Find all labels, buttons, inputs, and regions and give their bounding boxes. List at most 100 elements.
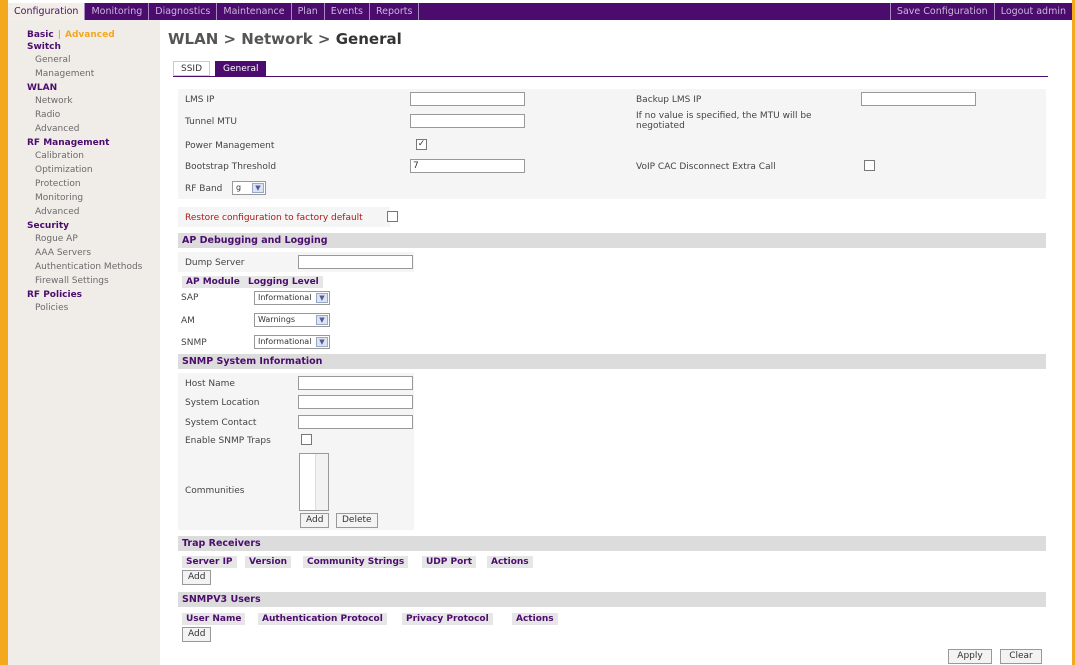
- sidebar-item-authentication-methods[interactable]: Authentication Methods: [27, 262, 160, 273]
- communities-delete-button[interactable]: Delete: [336, 513, 378, 528]
- mtu-note: If no value is specified, the MTU will b…: [636, 111, 812, 131]
- chevron-down-icon: ▼: [316, 315, 328, 325]
- snmpv3-add-button[interactable]: Add: [182, 627, 212, 642]
- enable-snmp-traps-label: Enable SNMP Traps: [185, 436, 271, 446]
- breadcrumb-path: WLAN > Network >: [168, 30, 336, 48]
- sidebar-item-rogue-ap[interactable]: Rogue AP: [27, 234, 160, 245]
- rf-band-label: RF Band: [185, 184, 223, 194]
- snmpv3-col-actions: Actions: [512, 613, 558, 625]
- host-name-input[interactable]: [298, 376, 413, 390]
- enable-snmp-traps-checkbox[interactable]: [301, 434, 312, 445]
- page-title: WLAN > Network > General: [168, 30, 402, 48]
- tab-configuration[interactable]: Configuration: [8, 3, 86, 20]
- voip-cac-label: VoIP CAC Disconnect Extra Call: [636, 162, 776, 172]
- communities-label: Communities: [185, 486, 245, 496]
- system-contact-label: System Contact: [185, 418, 257, 428]
- trap-col-community-strings: Community Strings: [303, 556, 409, 568]
- mode-advanced-link[interactable]: Advanced: [65, 30, 115, 40]
- ap-module-header: AP Module: [182, 276, 244, 288]
- sidebar-item-wlan-advanced[interactable]: Advanced: [27, 124, 160, 135]
- snmpv3-col-privacy-protocol: Privacy Protocol: [402, 613, 493, 625]
- sidebar-item-policies[interactable]: Policies: [27, 303, 160, 314]
- breadcrumb-current: General: [335, 30, 402, 48]
- system-contact-input[interactable]: [298, 415, 413, 429]
- communities-list[interactable]: [299, 453, 329, 511]
- rf-band-row: [178, 179, 1046, 199]
- sidebar-item-radio[interactable]: Radio: [27, 110, 160, 121]
- sidebar-group-rf-policies: RF Policies: [27, 290, 83, 300]
- tab-diagnostics[interactable]: Diagnostics: [149, 3, 218, 20]
- rf-band-value: g: [236, 183, 242, 192]
- lms-ip-label: LMS IP: [185, 95, 215, 105]
- am-logging-value: Warnings: [258, 315, 296, 324]
- tab-plan[interactable]: Plan: [292, 3, 325, 20]
- trap-col-udp-port: UDP Port: [422, 556, 477, 568]
- sidebar-group-switch: Switch: [27, 42, 61, 52]
- subtabs: SSID General: [173, 61, 271, 76]
- lms-ip-input[interactable]: [410, 92, 525, 106]
- restore-factory-checkbox[interactable]: [387, 211, 398, 222]
- logging-level-header: Logging Level: [244, 276, 323, 288]
- bootstrap-threshold-input[interactable]: 7: [410, 159, 525, 173]
- sidebar-item-calibration[interactable]: Calibration: [27, 151, 160, 162]
- system-location-input[interactable]: [298, 395, 413, 409]
- chevron-down-icon: ▼: [316, 337, 328, 347]
- tunnel-mtu-label: Tunnel MTU: [185, 117, 237, 127]
- tab-general[interactable]: General: [215, 61, 267, 76]
- tab-monitoring[interactable]: Monitoring: [85, 3, 150, 20]
- host-name-label: Host Name: [185, 379, 235, 389]
- sap-logging-select[interactable]: Informational ▼: [254, 291, 330, 305]
- module-snmp-label: SNMP: [181, 338, 207, 348]
- sidebar: Basic | Advanced Switch General Management…: [8, 20, 160, 665]
- snmp-logging-select[interactable]: Informational ▼: [254, 335, 330, 349]
- sidebar-item-firewall-settings[interactable]: Firewall Settings: [27, 276, 160, 287]
- chevron-down-icon: ▼: [252, 183, 264, 193]
- am-logging-select[interactable]: Warnings ▼: [254, 313, 330, 327]
- apply-button[interactable]: Apply: [948, 649, 992, 664]
- ap-debugging-section-header: AP Debugging and Logging: [178, 233, 1046, 248]
- snmp-logging-value: Informational: [258, 337, 312, 346]
- rf-band-select[interactable]: g ▼: [232, 181, 266, 195]
- sidebar-item-protection[interactable]: Protection: [27, 179, 160, 190]
- backup-lms-ip-input[interactable]: [861, 92, 976, 106]
- top-navigation: Configuration Monitoring Diagnostics Mai…: [8, 3, 1072, 20]
- mode-switch: Basic | Advanced: [27, 30, 160, 40]
- sidebar-item-optimization[interactable]: Optimization: [27, 165, 160, 176]
- tab-ssid[interactable]: SSID: [173, 61, 211, 76]
- tab-events[interactable]: Events: [325, 3, 370, 20]
- logout-link[interactable]: Logout admin: [993, 3, 1072, 20]
- dump-server-input[interactable]: [298, 255, 413, 269]
- trap-col-version: Version: [245, 556, 292, 568]
- communities-add-button[interactable]: Add: [300, 513, 330, 528]
- system-location-label: System Location: [185, 398, 260, 408]
- communities-scrollbar[interactable]: [315, 454, 328, 510]
- mode-basic-link[interactable]: Basic: [27, 30, 54, 40]
- sidebar-item-rf-advanced[interactable]: Advanced: [27, 207, 160, 218]
- sidebar-item-management[interactable]: Management: [27, 69, 160, 80]
- backup-lms-ip-label: Backup LMS IP: [636, 95, 702, 105]
- tab-maintenance[interactable]: Maintenance: [217, 3, 292, 20]
- clear-button[interactable]: Clear: [1000, 649, 1042, 664]
- sidebar-group-rf-management: RF Management: [27, 138, 110, 148]
- sidebar-group-wlan: WLAN: [27, 83, 58, 93]
- power-management-checkbox[interactable]: ✓: [416, 139, 427, 150]
- dump-server-label: Dump Server: [185, 258, 245, 268]
- sidebar-group-security: Security: [27, 221, 70, 231]
- sap-logging-value: Informational: [258, 293, 312, 302]
- sidebar-item-general[interactable]: General: [27, 55, 160, 66]
- sidebar-item-aaa-servers[interactable]: AAA Servers: [27, 248, 160, 259]
- mode-separator: |: [57, 30, 62, 40]
- snmp-section-header: SNMP System Information: [178, 354, 1046, 369]
- voip-cac-checkbox[interactable]: [864, 160, 875, 171]
- trap-col-actions: Actions: [487, 556, 533, 568]
- save-configuration-link[interactable]: Save Configuration: [889, 3, 994, 20]
- power-management-label: Power Management: [185, 141, 275, 151]
- sidebar-item-monitoring[interactable]: Monitoring: [27, 193, 160, 204]
- trap-receiver-add-button[interactable]: Add: [182, 570, 212, 585]
- tunnel-mtu-input[interactable]: [410, 114, 525, 128]
- sidebar-item-network[interactable]: Network: [27, 96, 160, 107]
- main-content: WLAN > Network > General SSID General LM…: [160, 20, 1072, 665]
- tab-reports[interactable]: Reports: [370, 3, 420, 20]
- trap-col-server-ip: Server IP: [182, 556, 237, 568]
- tab-underline: [173, 76, 1048, 77]
